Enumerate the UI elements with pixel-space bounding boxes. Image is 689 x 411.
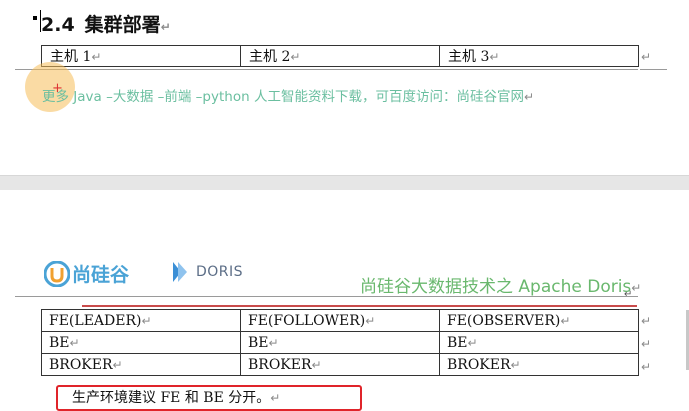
- footer-rule: [15, 69, 638, 70]
- table-cell[interactable]: FE(LEADER)↵: [41, 309, 241, 332]
- document-header-title: 尚硅谷大数据技术之 Apache Doris↵: [360, 277, 642, 297]
- atguigu-logo-icon: [44, 260, 70, 287]
- atguigu-logo-text: 尚硅谷: [72, 264, 130, 286]
- table-cell[interactable]: 主机 1↵: [41, 45, 241, 67]
- atguigu-logo: 尚硅谷: [44, 260, 129, 287]
- section-title: 集群部署: [84, 14, 161, 36]
- table-cell[interactable]: BROKER↵: [41, 353, 241, 376]
- doris-logo-text: DORIS: [196, 264, 244, 280]
- table-cell[interactable]: BROKER↵: [240, 353, 440, 376]
- doris-logo-icon: [173, 262, 187, 282]
- heading-bullet: [33, 16, 37, 20]
- line-break-arrow-icon: ↵: [624, 289, 633, 300]
- footer-promo-text: 更多 Java –大数据 –前端 –python 人工智能资料下载，可百度访问：…: [42, 89, 535, 105]
- header-rule: [15, 296, 638, 297]
- table-cell[interactable]: 主机 2↵: [240, 45, 440, 67]
- section-number: 2.4: [41, 14, 75, 36]
- table-row: BE↵ BE↵ BE↵: [41, 331, 639, 354]
- paragraph-mark: ↵: [160, 20, 171, 34]
- row-end-mark: ↵: [641, 360, 652, 374]
- table-cell[interactable]: BROKER↵: [439, 353, 639, 376]
- document-page-1: 2.4 集群部署↵ 主机 1↵ 主机 2↵ 主机 3↵ ↵ + 更多 Java –…: [0, 0, 689, 175]
- table-cell[interactable]: BE↵: [439, 331, 639, 354]
- doris-logo: DORIS: [170, 260, 243, 284]
- table-cell[interactable]: FE(FOLLOWER)↵: [240, 309, 440, 332]
- table-cell[interactable]: 主机 3↵: [439, 45, 639, 67]
- row-end-mark: ↵: [641, 50, 652, 64]
- hosts-table[interactable]: 主机 1↵ 主机 2↵ 主机 3↵: [41, 45, 639, 67]
- footer-rule-right: [640, 69, 667, 70]
- table-cell[interactable]: BE↵: [41, 331, 241, 354]
- page-gap: [0, 175, 689, 191]
- row-end-mark: ↵: [641, 314, 652, 328]
- text-cursor: [40, 10, 41, 32]
- table-cell[interactable]: BE↵: [240, 331, 440, 354]
- row-end-mark: ↵: [641, 337, 652, 351]
- spellcheck-underline: [82, 305, 637, 307]
- table-cell[interactable]: FE(OBSERVER)↵: [439, 309, 639, 332]
- table-row: FE(LEADER)↵ FE(FOLLOWER)↵ FE(OBSERVER)↵: [41, 309, 639, 332]
- production-note[interactable]: 生产环境建议 FE 和 BE 分开。↵: [72, 387, 280, 407]
- roles-table[interactable]: FE(LEADER)↵ FE(FOLLOWER)↵ FE(OBSERVER)↵ …: [41, 309, 639, 376]
- table-row: 主机 1↵ 主机 2↵ 主机 3↵: [41, 45, 639, 67]
- section-heading[interactable]: 2.4 集群部署↵: [41, 10, 171, 37]
- document-page-2: 尚硅谷 DORIS 尚硅谷大数据技术之 Apache Doris↵ ↵ FE(L…: [0, 190, 689, 411]
- table-row: BROKER↵ BROKER↵ BROKER↵: [41, 353, 639, 376]
